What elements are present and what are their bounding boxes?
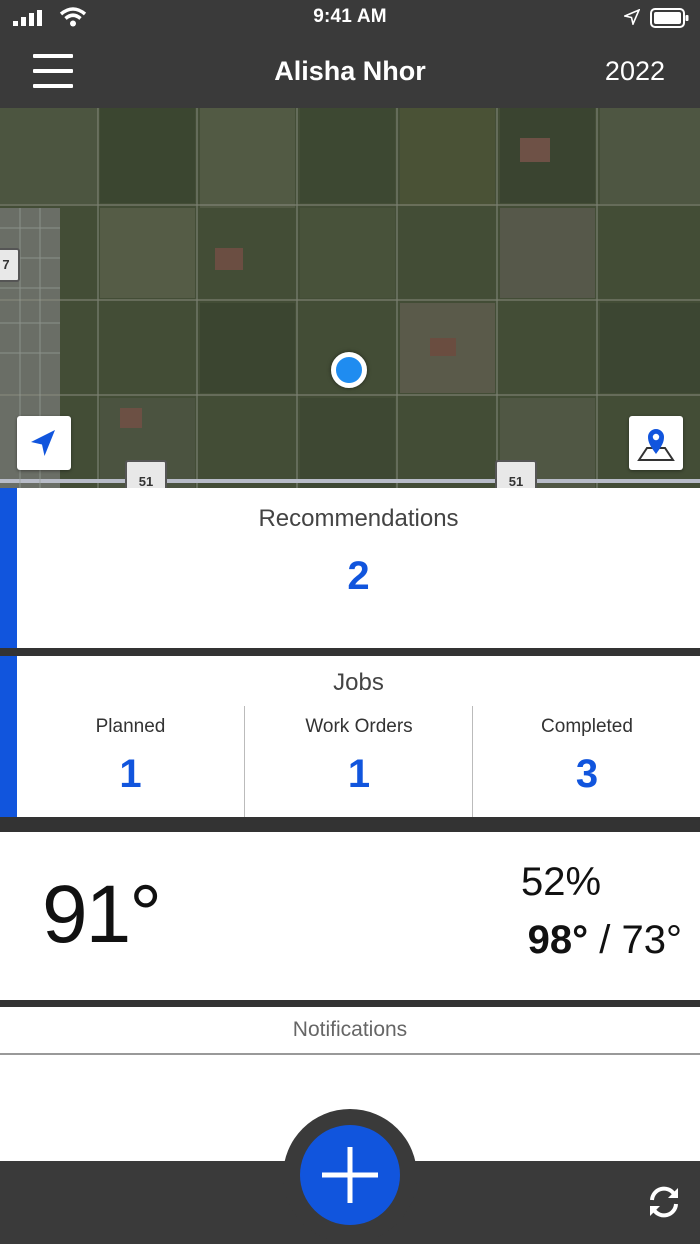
route-shield: 51 (125, 460, 167, 488)
accent-bar (0, 656, 17, 817)
map-pin-icon (637, 429, 675, 461)
status-bar: 9:41 AM (0, 0, 700, 36)
route-shield: 51 (495, 460, 537, 488)
jobs-work-orders-label: Work Orders (305, 716, 413, 737)
jobs-planned[interactable]: Planned 1 (17, 706, 244, 817)
section-divider (0, 1000, 700, 1007)
high-low-temperature: 98° / 73° (528, 918, 682, 963)
location-services-icon (624, 9, 640, 25)
app-header: Alisha Nhor 2022 (0, 36, 700, 108)
plus-icon (322, 1147, 378, 1203)
recommendations-count: 2 (347, 554, 370, 598)
notifications-header[interactable]: Notifications (0, 1007, 700, 1055)
humidity-value: 52% (521, 860, 602, 904)
route-shield: 7 (0, 248, 20, 282)
satellite-terrain (0, 108, 700, 488)
satellite-map[interactable]: 7 51 51 (0, 108, 700, 488)
section-divider (0, 648, 700, 656)
add-button[interactable] (300, 1125, 400, 1225)
status-time: 9:41 AM (313, 6, 387, 27)
current-location-marker (331, 352, 367, 388)
temp-separator: / (588, 918, 622, 962)
refresh-icon[interactable] (645, 1184, 683, 1220)
high-temperature: 98° (527, 918, 589, 962)
jobs-completed-count: 3 (575, 752, 599, 796)
navigation-arrow-icon (31, 430, 55, 456)
season-year[interactable]: 2022 (605, 56, 665, 87)
battery-icon (650, 8, 689, 28)
jobs-completed[interactable]: Completed 3 (472, 706, 700, 817)
section-divider (0, 817, 700, 832)
recommendations-card[interactable]: Recommendations 2 (0, 488, 700, 648)
page-title: Alisha Nhor (274, 56, 426, 86)
app-screen: 9:41 AM Alisha Nhor 2022 7 51 51 Recomme… (0, 0, 700, 1244)
jobs-completed-label: Completed (541, 716, 633, 737)
jobs-work-orders[interactable]: Work Orders 1 (244, 706, 473, 817)
jobs-planned-label: Planned (95, 716, 166, 737)
map-layers-button[interactable] (629, 416, 683, 470)
accent-bar (0, 488, 17, 648)
weather-card[interactable]: 91° 52% 98° / 73° (0, 832, 700, 1000)
jobs-title: Jobs (333, 669, 384, 696)
low-temperature: 73° (621, 918, 683, 962)
jobs-planned-count: 1 (119, 752, 142, 796)
recenter-button[interactable] (17, 416, 71, 470)
jobs-card: Jobs Planned 1 Work Orders 1 Completed 3 (0, 656, 700, 817)
current-temperature: 91° (42, 869, 162, 960)
jobs-work-orders-count: 1 (347, 752, 371, 796)
recommendations-title: Recommendations (258, 505, 459, 532)
